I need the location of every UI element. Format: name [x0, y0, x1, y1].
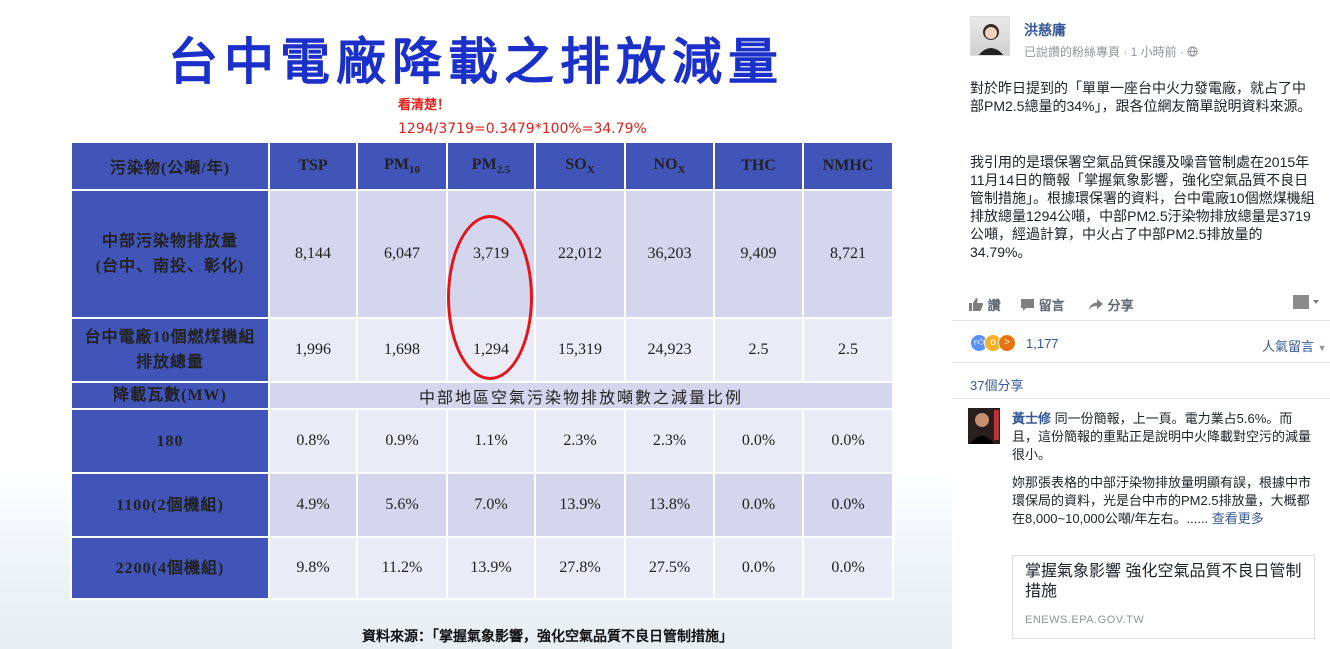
table-cell: 13.8%: [624, 472, 715, 538]
share-label: 分享: [1107, 298, 1134, 313]
row-label: 台中電廠10個燃煤機組 排放總量: [70, 317, 270, 383]
comment-text: 黃士修 同一份簡報，上一頁。電力業占5.6%。而且，這份簡報的重點正是說明中火降…: [1012, 411, 1312, 462]
commenter-avatar[interactable]: [968, 408, 1000, 444]
table-cell: 0.0%: [713, 408, 804, 474]
table-cell: 27.5%: [624, 536, 715, 600]
slide-source: 資料來源：「掌握氣象影響，強化空氣品質不良日管制措施」: [362, 629, 733, 645]
see-more-link[interactable]: 查看更多: [1212, 511, 1264, 526]
comment-icon: [1021, 299, 1034, 311]
like-button[interactable]: 讚: [968, 295, 1001, 314]
link-title[interactable]: 掌握氣象影響 強化空氣品質不良日管制措施: [1025, 562, 1305, 602]
link-preview-card[interactable]: 掌握氣象影響 強化空氣品質不良日管制措施 ENEWS.EPA.GOV.TW: [1012, 555, 1315, 639]
table-cell: 1,698: [356, 317, 448, 383]
slide-title: 台中電廠降載之排放減量: [168, 32, 784, 91]
row-label: 中部污染物排放量 (台中、南投、彰化): [70, 189, 270, 319]
comment-button[interactable]: 留言: [1020, 295, 1065, 314]
slide-image: 台中電廠降載之排放減量 看清楚！ 1294/3719=0.3479*100%=3…: [0, 0, 952, 649]
table-cell: 0.9%: [356, 408, 448, 474]
divider: [952, 398, 1330, 399]
table-cell: 7.0%: [446, 472, 536, 538]
comment-text-2: 妳那張表格的中部汙染物排放量明顯有誤，根據中市環保局的資料，光是台中市的PM2.…: [1012, 475, 1312, 526]
angry-reaction-icon: >: [998, 334, 1016, 352]
like-label: 讚: [987, 298, 1001, 313]
table-cell: 15,319: [534, 317, 626, 383]
share-icon: [1089, 299, 1103, 311]
chevron-down-icon: ▼: [1317, 343, 1327, 353]
header-thc: THC: [713, 141, 804, 191]
table-cell: 5.6%: [356, 472, 448, 538]
table-row: 2200(4個機組) 9.8% 11.2% 13.9% 27.8% 27.5% …: [70, 536, 894, 600]
page-selector[interactable]: [1292, 294, 1320, 313]
table-row: 180 0.8% 0.9% 1.1% 2.3% 2.3% 0.0% 0.0%: [70, 408, 894, 474]
table-cell: 2.5: [713, 317, 804, 383]
comment-sort-dropdown[interactable]: 人氣留言 ▼: [1262, 336, 1327, 355]
reaction-icons[interactable]: 👍︎ o >: [970, 334, 1016, 352]
table-cell: 13.9%: [446, 536, 536, 600]
header-nmhc: NMHC: [802, 141, 894, 191]
table-cell: 22,012: [534, 189, 626, 319]
table-cell: 2.3%: [534, 408, 626, 474]
table-header-row: 污染物(公噸/年) TSP PM10 PM2.5 SOX NOX THC NMH…: [70, 141, 894, 191]
globe-icon: [1187, 45, 1198, 59]
table-cell: 8,144: [268, 189, 358, 319]
table-cell: 13.9%: [534, 472, 626, 538]
table-band-row: 降載瓦數(MW) 中部地區空氣污染物排放噸數之減量比例: [70, 381, 894, 410]
row-label: 1100(2個機組): [70, 472, 270, 538]
like-icon: [969, 298, 984, 311]
header-tsp: TSP: [268, 141, 358, 191]
post-paragraph-1: 對於昨日提到的「單單一座台中火力發電廠，就占了中部PM2.5總量的34%」，跟各…: [970, 80, 1312, 114]
share-count[interactable]: 37個分享: [970, 375, 1023, 394]
table-cell: 36,203: [624, 189, 715, 319]
table-cell: 6,047: [356, 189, 448, 319]
band-caption: 中部地區空氣污染物排放噸數之減量比例: [268, 381, 894, 410]
table-cell: 1,996: [268, 317, 358, 383]
table-cell: 2.3%: [624, 408, 715, 474]
table-cell: 0.8%: [268, 408, 358, 474]
table-cell: 0.0%: [802, 408, 894, 474]
author-name[interactable]: 洪慈庸: [1024, 20, 1066, 40]
table-cell: 0.0%: [802, 536, 894, 600]
table-cell: 24,923: [624, 317, 715, 383]
table-cell: 0.0%: [802, 472, 894, 538]
table-cell: 0.0%: [713, 536, 804, 600]
row-label: 180: [70, 408, 270, 474]
page-avatar-dropdown-icon: [1293, 295, 1319, 309]
header-pollutant: 污染物(公噸/年): [70, 141, 270, 191]
reaction-count[interactable]: 1,177: [1026, 336, 1059, 351]
table-cell: 9,409: [713, 189, 804, 319]
table-cell: 2.5: [802, 317, 894, 383]
table-cell: 4.9%: [268, 472, 358, 538]
post-meta-text[interactable]: 已說讚的粉絲專頁 · 1 小時前 ·: [1024, 45, 1187, 59]
share-button[interactable]: 分享: [1088, 295, 1134, 314]
header-pm10: PM10: [356, 141, 448, 191]
author-avatar[interactable]: [970, 16, 1010, 56]
link-domain: ENEWS.EPA.GOV.TW: [1025, 614, 1145, 626]
post-meta: 已說讚的粉絲專頁 · 1 小時前 ·: [1024, 43, 1198, 60]
table-cell: 11.2%: [356, 536, 448, 600]
comment-label: 留言: [1038, 298, 1065, 313]
table-cell: 9.8%: [268, 536, 358, 600]
row-label: 2200(4個機組): [70, 536, 270, 600]
header-pm25: PM2.5: [446, 141, 536, 191]
header-nox: NOX: [624, 141, 715, 191]
red-note: 看清楚！: [398, 98, 451, 113]
post-action-bar: 讚 留言 分享: [952, 290, 1330, 318]
row-label: 降載瓦數(MW): [70, 381, 270, 410]
table-cell: 27.8%: [534, 536, 626, 600]
divider: [952, 362, 1330, 363]
divider: [952, 320, 1330, 321]
header-sox: SOX: [534, 141, 626, 191]
facebook-post: 洪慈庸 已說讚的粉絲專頁 · 1 小時前 · 對於昨日提到的「單單一座台中火力發…: [952, 0, 1330, 649]
red-formula: 1294/3719=0.3479*100%=34.79%: [398, 121, 647, 137]
table-row: 1100(2個機組) 4.9% 5.6% 7.0% 13.9% 13.8% 0.…: [70, 472, 894, 538]
commenter-name[interactable]: 黃士修: [1012, 411, 1051, 426]
post-paragraph-2: 我引用的是環保署空氣品質保護及噪音管制處在2015年11月14日的簡報「掌握氣象…: [970, 154, 1315, 260]
table-cell: 8,721: [802, 189, 894, 319]
red-circle-annotation: [447, 215, 533, 380]
table-cell: 0.0%: [713, 472, 804, 538]
table-cell: 1.1%: [446, 408, 536, 474]
